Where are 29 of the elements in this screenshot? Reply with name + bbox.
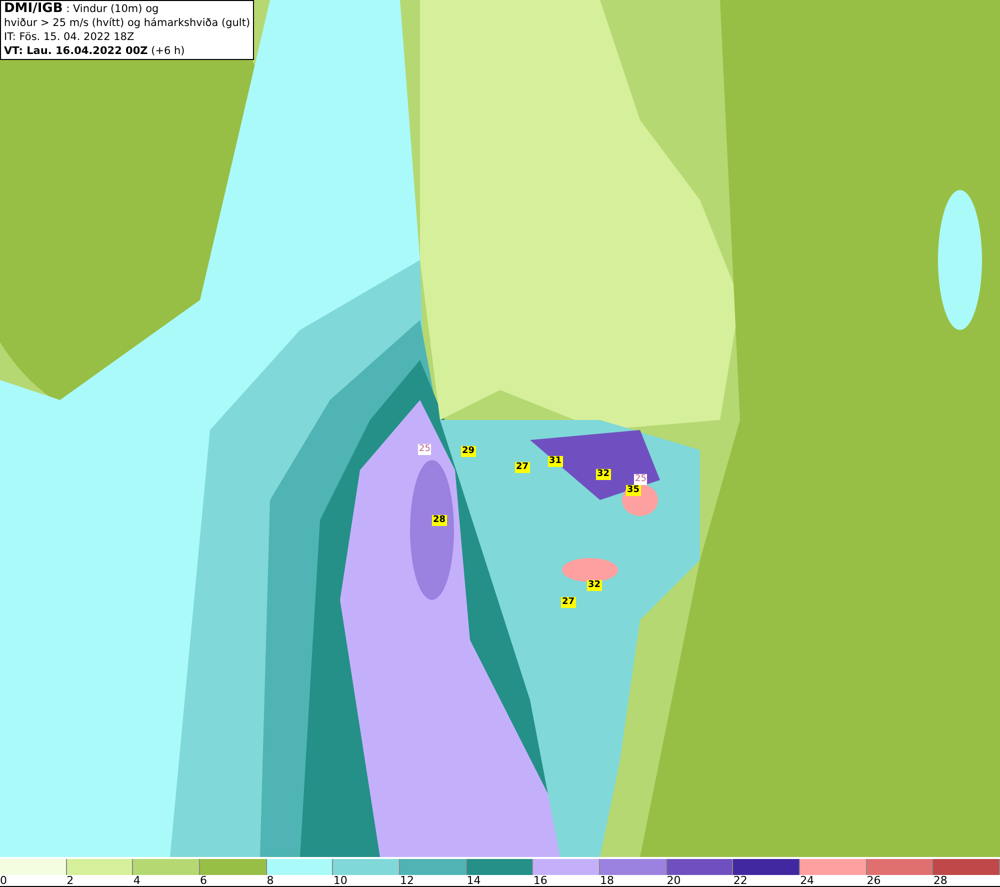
tick-label: 18	[600, 874, 614, 887]
tick-label: 10	[333, 874, 348, 887]
gust-label: 28	[432, 515, 447, 526]
tick-label: 20	[666, 874, 681, 887]
tick-label: 12	[400, 874, 414, 887]
title-line: DMI/IGB : Vindur (10m) og	[4, 2, 160, 16]
gust-label: 29	[461, 446, 476, 457]
tick-label: 6	[200, 874, 208, 887]
threshold-label: 25	[418, 444, 432, 455]
gust-label: 35	[626, 485, 641, 496]
threshold-label: 25	[634, 474, 648, 485]
title-line: IT: Fös. 15. 04. 2022 18Z	[4, 30, 136, 44]
title-line: hviður > 25 m/s (hvítt) og hámarkshviða (gult)	[4, 16, 250, 30]
gust-label: 32	[596, 469, 611, 480]
gust-label: 32	[587, 580, 602, 591]
tick-label: 26	[866, 874, 881, 887]
tick-label: 22	[733, 874, 748, 887]
tick-label: 14	[466, 874, 481, 887]
tick-label: 24	[800, 874, 814, 887]
tick-label: 8	[266, 874, 274, 887]
tick-label: 0	[0, 874, 7, 887]
tick-label: 2	[66, 874, 74, 887]
gust-label: 27	[561, 597, 576, 608]
title-line: VT: Lau. 16.04.2022 00Z (+6 h)	[4, 44, 186, 58]
gust-label: 31	[548, 456, 563, 467]
tick-label: 28	[933, 874, 948, 887]
tick-label: 4	[133, 874, 140, 887]
tick-label: 16	[533, 874, 548, 887]
gust-label: 27	[515, 462, 530, 473]
